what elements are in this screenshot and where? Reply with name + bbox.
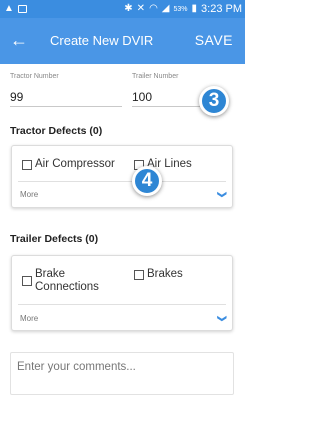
save-button[interactable]: SAVE <box>195 32 233 48</box>
callout-marker-4: 4 <box>132 166 162 196</box>
clock: 3:23 PM <box>201 3 242 15</box>
tractor-defects-title: Tractor Defects (0) <box>10 125 103 137</box>
checkbox-label: Brakes <box>147 268 183 280</box>
checkbox-icon <box>22 160 32 170</box>
checkbox-icon <box>134 270 144 280</box>
trailer-number-label: Trailer Number <box>132 73 179 80</box>
divider <box>18 304 226 305</box>
checkbox-brakes[interactable]: Brakes <box>134 268 183 281</box>
back-arrow-icon[interactable]: ← <box>10 30 28 50</box>
trailer-defects-title: Trailer Defects (0) <box>10 233 99 245</box>
page-title: Create New DVIR <box>50 33 154 48</box>
battery-icon: ▮ <box>191 3 198 14</box>
bluetooth-icon: ✱ <box>124 3 133 14</box>
signal-icon: ◢ <box>161 3 170 14</box>
chevron-down-icon[interactable]: ❯ <box>217 191 228 199</box>
more-link[interactable]: More <box>20 314 38 323</box>
checkbox-icon <box>22 276 32 286</box>
tractor-defects-card: Air Compressor Air Lines More ❯ <box>11 145 233 208</box>
checkbox-brake-connections[interactable]: Brake Connections <box>22 268 122 294</box>
tractor-number-underline <box>10 106 122 107</box>
trailer-defects-card: Brake Connections Brakes More ❯ <box>11 255 233 331</box>
tractor-number-label: Tractor Number <box>10 73 59 80</box>
battery-percent: 53% <box>173 5 188 13</box>
status-bar: ▲ ✱ ✕ ◠ ◢ 53% ▮ 3:23 PM <box>0 0 245 18</box>
checkbox-air-compressor[interactable]: Air Compressor <box>22 158 115 171</box>
warning-icon: ▲ <box>4 3 14 14</box>
checkbox-label: Air Compressor <box>35 158 115 170</box>
app-bar: ← Create New DVIR SAVE <box>0 18 245 64</box>
chevron-down-icon[interactable]: ❯ <box>217 315 228 323</box>
divider <box>18 181 226 182</box>
image-icon <box>17 5 27 13</box>
checkbox-label: Brake Connections <box>35 268 99 293</box>
mute-icon: ✕ <box>136 3 146 14</box>
more-link[interactable]: More <box>20 190 38 199</box>
comments-input[interactable]: Enter your comments... <box>10 352 234 395</box>
trailer-number-field[interactable]: 100 <box>132 90 152 104</box>
tractor-number-field[interactable]: 99 <box>10 90 23 104</box>
wifi-icon: ◠ <box>149 3 158 14</box>
callout-marker-3: 3 <box>199 86 229 116</box>
